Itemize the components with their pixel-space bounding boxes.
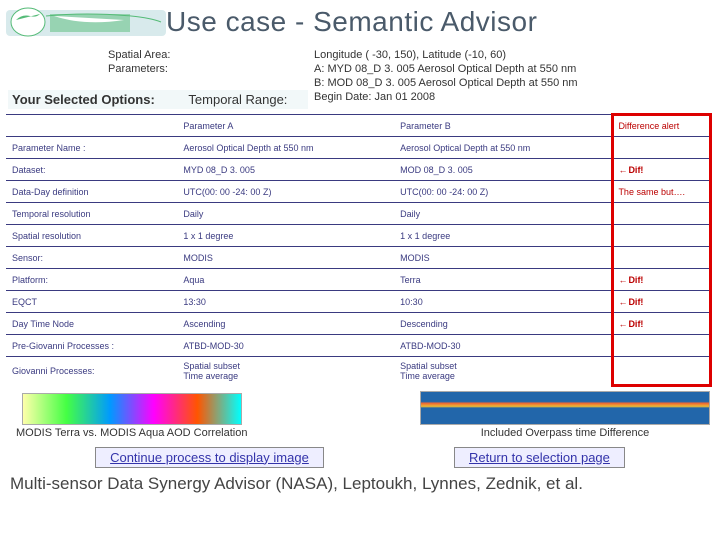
figures-row: MODIS Terra vs. MODIS Aqua AOD Correlati…	[0, 389, 720, 443]
spatial-area-value: Longitude ( -30, 150), Latitude (-10, 60…	[314, 48, 712, 62]
your-selected-options-label: Your Selected Options: Temporal Range:	[8, 90, 308, 109]
row-param-b: Descending	[396, 313, 613, 335]
globe-logo	[6, 2, 166, 42]
temporal-range-value: Begin Date: Jan 01 2008	[314, 90, 712, 104]
comparison-table: Parameter A Parameter B Difference alert…	[6, 113, 712, 387]
spatial-area-label: Spatial Area:	[108, 48, 208, 62]
overpass-caption: Included Overpass time Difference	[475, 425, 656, 441]
row-label: Parameter Name :	[6, 137, 179, 159]
row-diff-alert	[613, 357, 711, 386]
row-label: Data-Day definition	[6, 181, 179, 203]
parameter-a-value: A: MYD 08_D 3. 005 Aerosol Optical Depth…	[314, 62, 712, 76]
row-param-a: MODIS	[179, 247, 396, 269]
row-diff-alert	[613, 335, 711, 357]
row-label: Spatial resolution	[6, 225, 179, 247]
header-col1	[6, 115, 179, 137]
row-param-a: MYD 08_D 3. 005	[179, 159, 396, 181]
table-row: Data-Day definitionUTC(00: 00 -24: 00 Z)…	[6, 181, 711, 203]
table-row: Day Time NodeAscendingDescendingDif!	[6, 313, 711, 335]
row-param-a: 1 x 1 degree	[179, 225, 396, 247]
header-parameter-b: Parameter B	[396, 115, 613, 137]
row-param-a: ATBD-MOD-30	[179, 335, 396, 357]
row-label: Platform:	[6, 269, 179, 291]
footer-citation: Multi-sensor Data Synergy Advisor (NASA)…	[0, 470, 720, 498]
table-row: EQCT13:3010:30Dif!	[6, 291, 711, 313]
row-diff-alert: Dif!	[613, 159, 711, 181]
row-param-a: Aqua	[179, 269, 396, 291]
row-param-b: UTC(00: 00 -24: 00 Z)	[396, 181, 613, 203]
row-param-b: Terra	[396, 269, 613, 291]
row-param-b: MODIS	[396, 247, 613, 269]
row-param-b: 1 x 1 degree	[396, 225, 613, 247]
header-parameter-a: Parameter A	[179, 115, 396, 137]
temporal-range-label: Temporal Range:	[158, 92, 287, 107]
row-label: EQCT	[6, 291, 179, 313]
row-param-a: Ascending	[179, 313, 396, 335]
table-row: Platform:AquaTerraDif!	[6, 269, 711, 291]
row-param-a: 13:30	[179, 291, 396, 313]
header-difference-alert: Difference alert	[613, 115, 711, 137]
row-label: Pre-Giovanni Processes :	[6, 335, 179, 357]
table-row: Dataset:MYD 08_D 3. 005MOD 08_D 3. 005Di…	[6, 159, 711, 181]
row-diff-alert	[613, 225, 711, 247]
row-diff-alert	[613, 247, 711, 269]
selected-options-panel: Spatial Area: Parameters: Your Selected …	[0, 48, 720, 113]
row-diff-alert: Dif!	[613, 269, 711, 291]
table-header-row: Parameter A Parameter B Difference alert	[6, 115, 711, 137]
table-row: Pre-Giovanni Processes :ATBD-MOD-30ATBD-…	[6, 335, 711, 357]
row-label: Sensor:	[6, 247, 179, 269]
button-row: Continue process to display image Return…	[0, 443, 720, 470]
row-param-b: 10:30	[396, 291, 613, 313]
table-row: Temporal resolutionDailyDaily	[6, 203, 711, 225]
row-diff-alert: Dif!	[613, 291, 711, 313]
table-row: Spatial resolution1 x 1 degree1 x 1 degr…	[6, 225, 711, 247]
row-param-a: Aerosol Optical Depth at 550 nm	[179, 137, 396, 159]
row-param-b: Aerosol Optical Depth at 550 nm	[396, 137, 613, 159]
page-title: Use case - Semantic Advisor	[166, 2, 714, 38]
row-param-a: Spatial subset Time average	[179, 357, 396, 386]
row-param-a: UTC(00: 00 -24: 00 Z)	[179, 181, 396, 203]
continue-button[interactable]: Continue process to display image	[95, 447, 324, 468]
table-row: Parameter Name :Aerosol Optical Depth at…	[6, 137, 711, 159]
parameters-label: Parameters:	[108, 62, 208, 76]
row-param-b: Daily	[396, 203, 613, 225]
row-diff-alert: The same but….	[613, 181, 711, 203]
row-diff-alert	[613, 203, 711, 225]
row-param-b: Spatial subset Time average	[396, 357, 613, 386]
row-diff-alert: Dif!	[613, 313, 711, 335]
row-diff-alert	[613, 137, 711, 159]
return-button[interactable]: Return to selection page	[454, 447, 625, 468]
row-label: Temporal resolution	[6, 203, 179, 225]
table-row: Giovanni Processes:Spatial subset Time a…	[6, 357, 711, 386]
row-label: Dataset:	[6, 159, 179, 181]
correlation-caption: MODIS Terra vs. MODIS Aqua AOD Correlati…	[10, 425, 253, 441]
header: Use case - Semantic Advisor	[0, 0, 720, 48]
row-param-a: Daily	[179, 203, 396, 225]
row-label: Giovanni Processes:	[6, 357, 179, 386]
overpass-figure	[420, 391, 710, 425]
parameter-b-value: B: MOD 08_D 3. 005 Aerosol Optical Depth…	[314, 76, 712, 90]
table-row: Sensor:MODISMODIS	[6, 247, 711, 269]
correlation-figure	[22, 393, 242, 425]
row-param-b: ATBD-MOD-30	[396, 335, 613, 357]
row-label: Day Time Node	[6, 313, 179, 335]
row-param-b: MOD 08_D 3. 005	[396, 159, 613, 181]
